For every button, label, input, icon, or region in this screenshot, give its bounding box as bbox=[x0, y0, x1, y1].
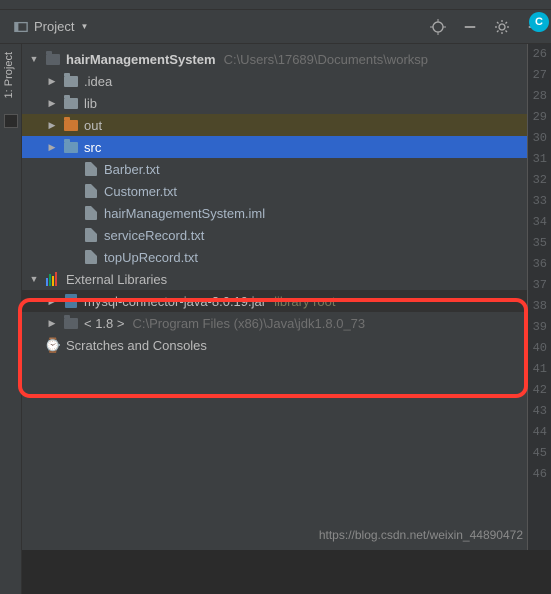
node-suffix: library root bbox=[274, 294, 335, 309]
project-tree[interactable]: hairManagementSystem C:\Users\17689\Docu… bbox=[22, 44, 527, 360]
folder-icon bbox=[62, 73, 80, 89]
project-view-icon bbox=[14, 20, 28, 34]
node-label: Customer.txt bbox=[104, 184, 177, 199]
locate-icon[interactable] bbox=[429, 18, 447, 36]
expand-icon[interactable] bbox=[46, 76, 58, 87]
avatar[interactable]: C bbox=[529, 12, 549, 32]
watermark-text: https://blog.csdn.net/weixin_44890472 bbox=[319, 528, 523, 542]
jdk-icon bbox=[62, 315, 80, 331]
view-selector-label: Project bbox=[34, 19, 74, 34]
file-icon bbox=[82, 161, 100, 177]
tree-node-file[interactable]: topUpRecord.txt bbox=[22, 246, 527, 268]
node-label: lib bbox=[84, 96, 97, 111]
tree-node-folder-src[interactable]: src bbox=[22, 136, 527, 158]
folder-icon bbox=[62, 139, 80, 155]
line-number: 43 bbox=[528, 401, 551, 422]
line-number: 46 bbox=[528, 464, 551, 485]
node-label: Barber.txt bbox=[104, 162, 160, 177]
line-number: 29 bbox=[528, 107, 551, 128]
module-icon bbox=[44, 51, 62, 67]
line-number: 37 bbox=[528, 275, 551, 296]
line-number: 31 bbox=[528, 149, 551, 170]
jar-icon bbox=[62, 293, 80, 309]
tree-node-scratches[interactable]: ⌚ Scratches and Consoles bbox=[22, 334, 527, 356]
line-number: 36 bbox=[528, 254, 551, 275]
folder-icon bbox=[62, 117, 80, 133]
line-number: 26 bbox=[528, 44, 551, 65]
file-icon bbox=[82, 183, 100, 199]
breadcrumb bbox=[0, 0, 551, 10]
expand-icon[interactable] bbox=[46, 120, 58, 131]
scratches-icon: ⌚ bbox=[44, 337, 62, 353]
node-label: hairManagementSystem.iml bbox=[104, 206, 265, 221]
line-number: 32 bbox=[528, 170, 551, 191]
tree-node-library[interactable]: < 1.8 > C:\Program Files (x86)\Java\jdk1… bbox=[22, 312, 527, 334]
editor-gutter: 2627282930313233343536373839404142434445… bbox=[527, 44, 551, 550]
node-suffix: C:\Program Files (x86)\Java\jdk1.8.0_73 bbox=[132, 316, 365, 331]
view-selector[interactable]: Project ▼ bbox=[8, 17, 94, 36]
node-label: serviceRecord.txt bbox=[104, 228, 204, 243]
expand-icon[interactable] bbox=[28, 54, 40, 64]
expand-icon[interactable] bbox=[46, 318, 58, 329]
project-tree-panel: hairManagementSystem C:\Users\17689\Docu… bbox=[22, 44, 527, 550]
chevron-down-icon: ▼ bbox=[80, 22, 88, 31]
file-icon bbox=[82, 249, 100, 265]
node-label: External Libraries bbox=[66, 272, 167, 287]
sidebar-tab-structure[interactable] bbox=[4, 114, 18, 128]
line-number: 41 bbox=[528, 359, 551, 380]
node-label: src bbox=[84, 140, 101, 155]
expand-icon[interactable] bbox=[46, 142, 58, 153]
file-icon bbox=[82, 227, 100, 243]
tool-window-bar: 1: Project bbox=[0, 44, 22, 594]
line-number: 28 bbox=[528, 86, 551, 107]
node-label: mysql-connector-java-8.0.19.jar bbox=[84, 294, 266, 309]
libraries-icon bbox=[44, 271, 62, 287]
tree-node-file[interactable]: serviceRecord.txt bbox=[22, 224, 527, 246]
node-label: hairManagementSystem bbox=[66, 52, 216, 67]
collapse-icon[interactable] bbox=[461, 18, 479, 36]
line-number: 45 bbox=[528, 443, 551, 464]
tree-node-folder-out[interactable]: out bbox=[22, 114, 527, 136]
tree-node-library[interactable]: mysql-connector-java-8.0.19.jar library … bbox=[22, 290, 527, 312]
line-number: 39 bbox=[528, 317, 551, 338]
tree-node-folder[interactable]: lib bbox=[22, 92, 527, 114]
tree-node-external-libraries[interactable]: External Libraries bbox=[22, 268, 527, 290]
gear-icon[interactable] bbox=[493, 18, 511, 36]
sidebar-tab-project[interactable]: 1: Project bbox=[0, 44, 18, 106]
expand-icon[interactable] bbox=[28, 274, 40, 284]
node-label: out bbox=[84, 118, 102, 133]
node-label: topUpRecord.txt bbox=[104, 250, 198, 265]
tree-node-file[interactable]: hairManagementSystem.iml bbox=[22, 202, 527, 224]
node-label: < 1.8 > bbox=[84, 316, 124, 331]
tree-node-file[interactable]: Barber.txt bbox=[22, 158, 527, 180]
line-number: 27 bbox=[528, 65, 551, 86]
file-icon bbox=[82, 205, 100, 221]
line-number: 33 bbox=[528, 191, 551, 212]
expand-icon[interactable] bbox=[46, 98, 58, 109]
tree-node-root[interactable]: hairManagementSystem C:\Users\17689\Docu… bbox=[22, 48, 527, 70]
node-label: .idea bbox=[84, 74, 112, 89]
line-number: 34 bbox=[528, 212, 551, 233]
project-toolbar: Project ▼ bbox=[0, 10, 551, 44]
line-number: 30 bbox=[528, 128, 551, 149]
line-number: 44 bbox=[528, 422, 551, 443]
node-path: C:\Users\17689\Documents\worksp bbox=[224, 52, 428, 67]
line-number: 38 bbox=[528, 296, 551, 317]
expand-icon[interactable] bbox=[46, 296, 58, 307]
line-number: 42 bbox=[528, 380, 551, 401]
line-number: 40 bbox=[528, 338, 551, 359]
tree-node-folder[interactable]: .idea bbox=[22, 70, 527, 92]
node-label: Scratches and Consoles bbox=[66, 338, 207, 353]
tree-node-file[interactable]: Customer.txt bbox=[22, 180, 527, 202]
line-number: 35 bbox=[528, 233, 551, 254]
folder-icon bbox=[62, 95, 80, 111]
